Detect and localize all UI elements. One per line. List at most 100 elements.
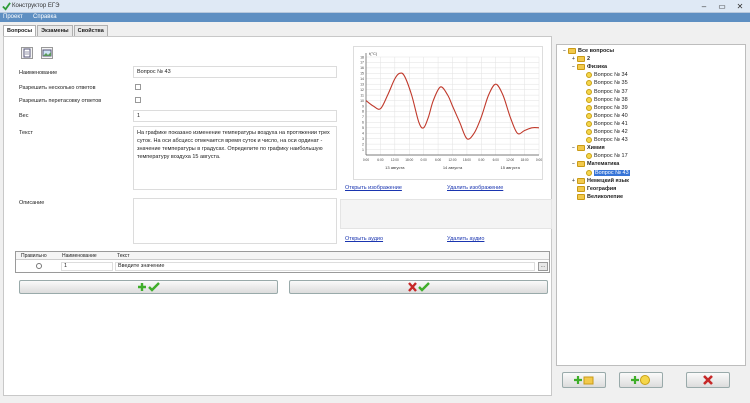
- y-tick-label: 16: [360, 66, 364, 70]
- tree-node-label: Вопрос № 40: [594, 112, 628, 119]
- folder-icon: [577, 145, 585, 152]
- add-folder-icon: [574, 376, 594, 385]
- tree-folder[interactable]: – Все вопросы: [563, 48, 614, 54]
- tree-node-label: Вопрос № 42: [594, 129, 628, 135]
- y-tick-label: 18: [360, 55, 364, 59]
- questions-tree: – Все вопросы +2– Физика Вопрос № 34 Вопрос №…: [556, 44, 746, 366]
- tree-question[interactable]: Вопрос № 41: [581, 120, 628, 127]
- tree-folder[interactable]: + Немецкий язык: [572, 177, 629, 184]
- answer-row[interactable]: 1 Введите значение ...: [16, 261, 549, 273]
- new-document-button[interactable]: [21, 47, 33, 59]
- tree-folder[interactable]: – Математика: [572, 161, 619, 168]
- answer-order[interactable]: 1: [61, 262, 113, 271]
- tree-folder[interactable]: – Химия: [572, 145, 605, 152]
- tree-node-label: Вопрос № 37: [594, 88, 628, 95]
- add-folder-button[interactable]: [562, 372, 606, 388]
- add-question-button[interactable]: [619, 372, 663, 388]
- x-tick-label: 18:00: [521, 158, 529, 162]
- tree-question[interactable]: Вопрос № 37: [581, 88, 628, 95]
- accept-button[interactable]: [19, 280, 278, 294]
- y-tick-label: 11: [360, 93, 364, 97]
- tree-question[interactable]: Вопрос № 34: [581, 72, 628, 79]
- close-icon[interactable]: ✕: [734, 1, 746, 11]
- answers-grid: Правильно Наименование Текст 1 Введите з…: [15, 251, 550, 273]
- tree-question[interactable]: Вопрос № 17: [581, 153, 628, 160]
- y-tick-label: 17: [360, 61, 364, 65]
- delete-button[interactable]: [686, 372, 730, 388]
- x-tick-label: 18:00: [463, 158, 471, 162]
- question-icon: [586, 96, 592, 103]
- tab-exams[interactable]: Экзамены: [37, 25, 73, 36]
- cancel-button[interactable]: [289, 280, 548, 294]
- y-tick-label: 2: [362, 142, 364, 146]
- tree-folder[interactable]: Великолепие: [572, 193, 624, 200]
- delete-audio-link[interactable]: Удалить аудио: [447, 236, 484, 242]
- question-icon: [586, 112, 592, 119]
- y-tick-label: 15: [360, 72, 364, 76]
- weight-label: Вес: [19, 113, 29, 119]
- folder-icon: [577, 185, 585, 192]
- tree-question[interactable]: Вопрос № 43: [581, 169, 630, 176]
- tree-folder[interactable]: География: [572, 185, 616, 192]
- tree-question[interactable]: Вопрос № 38: [581, 96, 628, 103]
- tree-question[interactable]: Вопрос № 35: [581, 80, 628, 87]
- y-tick-label: 9: [362, 104, 364, 108]
- question-icon: [586, 104, 592, 111]
- y-axis-label: t(°C): [369, 51, 378, 56]
- answer-text[interactable]: Введите значение: [115, 262, 535, 271]
- tree-question[interactable]: Вопрос № 39: [581, 104, 628, 111]
- tree-question[interactable]: Вопрос № 42: [581, 129, 628, 135]
- day-label: 14 августа: [443, 165, 463, 170]
- tree-folder[interactable]: – Физика: [572, 64, 608, 71]
- open-image-link[interactable]: Открыть изображение: [345, 185, 402, 191]
- menu-project[interactable]: Проект: [3, 14, 23, 20]
- tab-properties[interactable]: Свойства: [73, 25, 108, 36]
- window-title: Конструктор ЕГЭ: [12, 3, 60, 9]
- folder-icon: [577, 161, 585, 168]
- tree-question[interactable]: Вопрос № 40: [581, 112, 628, 119]
- browse-button[interactable]: ...: [538, 262, 548, 271]
- x-tick-label: 12:00: [506, 158, 514, 162]
- text-label: Текст: [19, 130, 33, 136]
- question-icon: [586, 80, 592, 87]
- question-text-area[interactable]: На графике показано изменение температур…: [133, 126, 337, 190]
- app-icon: [2, 2, 11, 11]
- tab-questions[interactable]: Вопросы: [3, 25, 37, 36]
- title-bar: Конструктор ЕГЭ – ▭ ✕: [0, 0, 750, 13]
- y-tick-label: 5: [362, 126, 364, 130]
- maximize-icon[interactable]: ▭: [716, 1, 728, 11]
- green-plus-check-icon: [137, 282, 160, 292]
- question-icon: [586, 137, 592, 144]
- weight-field[interactable]: 1: [133, 110, 337, 122]
- tree-node-label: Великолепие: [587, 193, 624, 200]
- menu-help[interactable]: Справка: [33, 14, 57, 20]
- description-area[interactable]: [133, 198, 337, 244]
- y-tick-label: 6: [362, 121, 364, 125]
- y-tick-label: 1: [362, 148, 364, 152]
- tree-question[interactable]: Вопрос № 43: [581, 137, 628, 144]
- name-field[interactable]: Вопрос № 43: [133, 66, 337, 78]
- tree-node-label: Вопрос № 43: [594, 169, 630, 176]
- tree-node-label: Вопрос № 41: [594, 120, 628, 127]
- delete-image-link[interactable]: Удалить изображение: [447, 185, 503, 191]
- y-tick-label: 12: [360, 88, 364, 92]
- shuffle-answers-label: Разрешить перетасовку ответов: [19, 98, 102, 104]
- shuffle-answers-checkbox[interactable]: [135, 97, 141, 103]
- y-tick-label: 3: [362, 137, 364, 141]
- tree-node-label: Немецкий язык: [587, 177, 629, 184]
- y-tick-label: 14: [360, 77, 364, 81]
- minimize-icon[interactable]: –: [698, 1, 710, 11]
- red-x-icon: [703, 375, 713, 385]
- x-tick-label: 0:00: [478, 158, 484, 162]
- image-button[interactable]: [41, 47, 53, 59]
- description-label: Описание: [19, 200, 45, 206]
- open-audio-link[interactable]: Открыть аудио: [345, 236, 383, 242]
- correct-radio[interactable]: [36, 263, 42, 269]
- x-tick-label: 0:00: [421, 158, 427, 162]
- multi-answers-checkbox[interactable]: [135, 84, 141, 90]
- tree-node-label: Физика: [587, 64, 608, 71]
- x-tick-label: 0:00: [363, 158, 369, 162]
- day-label: 15 августа: [500, 165, 520, 170]
- x-tick-label: 0:00: [536, 158, 542, 162]
- tree-folder[interactable]: +2: [572, 56, 590, 63]
